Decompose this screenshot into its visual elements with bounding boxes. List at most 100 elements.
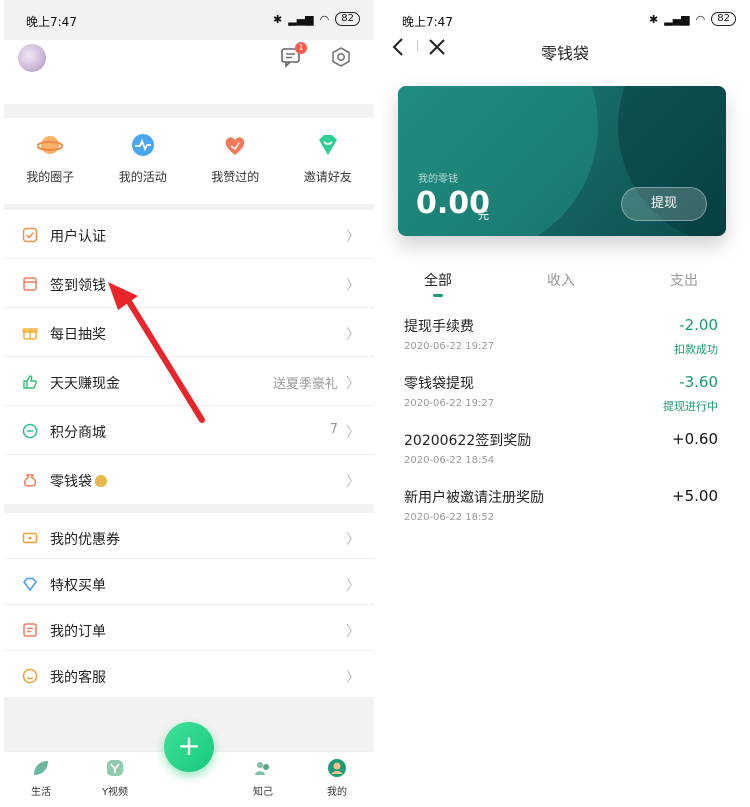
tab-confidant[interactable]: 知己 [226,752,300,807]
transaction-time: 2020-06-22 18:52 [404,512,495,523]
balance-card: 我的零钱 0.00 元 提现 [398,86,726,236]
planet-icon [37,136,64,154]
menu-customer-service[interactable]: 我的客服 〉 [4,651,374,697]
wallet-navbar: 零钱袋 [380,36,750,66]
status-time: 晚上7:47 [402,15,453,29]
wallet-screen: 晚上7:47 ✱ ▂▄▆ ◠ 82 零钱袋 我的零钱 0.00 元 提现 全部 … [380,0,750,807]
quick-my-circles[interactable]: 我的圈子 [4,118,97,204]
menu-label: 签到领钱 [50,278,106,294]
tab-life[interactable]: 生活 [4,752,78,807]
quick-label: 我赞过的 [211,170,260,184]
menu-value: 送夏季豪礼 [272,377,338,392]
transaction-title: 提现手续费 [404,319,474,335]
chevron-right-icon: 〉 [346,327,360,343]
status-bar: 晚上7:47 ✱ ▂▄▆ ◠ 82 [4,0,374,40]
signal-icon: ▂▄▆ [664,12,690,26]
tab-label: 生活 [31,787,51,798]
menu-label: 积分商城 [50,425,106,441]
heart-icon [225,137,245,155]
chevron-right-icon: 〉 [346,278,360,294]
status-icons: ✱ ▂▄▆ ◠ 82 [273,12,360,26]
wifi-icon: ◠ [319,12,330,26]
menu-label: 零钱袋 [50,471,107,491]
me-avatar-icon [328,759,346,777]
active-tab-indicator [433,294,443,297]
add-post-button[interactable]: + [164,722,214,772]
gem-icon [318,135,337,155]
smiley-icon [22,668,38,684]
menu-earn-cash[interactable]: 天天赚现金 送夏季豪礼 〉 [4,357,374,406]
tab-label: Y视频 [101,787,129,798]
balance-label: 我的零钱 [418,174,458,185]
tab-label: 知己 [253,787,273,798]
transaction-amount: +0.60 [672,430,718,448]
order-icon [23,623,37,637]
quick-invite-friends[interactable]: 邀请好友 [282,118,375,204]
quick-my-activities[interactable]: 我的活动 [97,118,190,204]
tab-all[interactable]: 全部 [424,270,452,290]
transaction-status: 提现进行中 [663,400,718,413]
chevron-right-icon: 〉 [346,229,360,245]
menu-points-mall[interactable]: 积分商城 7 〉 [4,406,374,455]
menu-daily-lottery[interactable]: 每日抽奖 〉 [4,308,374,357]
menu-wallet[interactable]: 零钱袋 〉 [4,455,374,504]
menu-label: 特权买单 [50,578,106,594]
transaction-time: 2020-06-22 18:54 [404,455,495,466]
balance-unit: 元 [478,209,489,222]
menu-group-secondary: 我的优惠券 〉 特权买单 〉 我的订单 〉 我的客服 〉 [4,513,374,697]
quick-actions: 我的圈子 我的活动 我赞过的 邀请好友 [4,118,374,204]
quick-liked[interactable]: 我赞过的 [189,118,282,204]
menu-label: 每日抽奖 [50,327,106,343]
avatar[interactable] [18,44,46,72]
tab-label: 我的 [327,787,347,798]
transaction-row[interactable]: 提现手续费 2020-06-22 19:27 -2.00 扣款成功 [380,308,750,365]
chevron-right-icon: 〉 [346,376,360,392]
menu-my-orders[interactable]: 我的订单 〉 [4,605,374,651]
menu-group-main: 用户认证 〉 签到领钱 〉 每日抽奖 〉 天天赚现金 送夏季豪礼 〉 积分商城 … [4,210,374,504]
chevron-right-icon: 〉 [346,670,360,686]
menu-label: 我的优惠券 [50,532,120,548]
transaction-row[interactable]: 20200622签到奖励 2020-06-22 18:54 +0.60 [380,422,750,479]
menu-label: 用户认证 [50,229,106,245]
tab-expense[interactable]: 支出 [670,270,698,290]
message-badge: 1 [295,42,307,54]
calendar-icon [23,277,37,291]
transaction-amount: -3.60 [679,373,718,391]
quick-label: 邀请好友 [303,170,352,184]
tab-y-video[interactable]: Y视频 [78,752,152,807]
menu-privilege-pay[interactable]: 特权买单 〉 [4,559,374,605]
page-title: 零钱袋 [540,44,589,63]
menu-label: 天天赚现金 [50,376,120,392]
wallet-label: 零钱袋 [50,474,92,490]
gift-icon [22,328,38,340]
transaction-title: 新用户被邀请注册奖励 [404,490,544,506]
transaction-title: 零钱袋提现 [404,376,474,392]
money-bag-icon [23,474,37,487]
wifi-icon: ◠ [695,12,706,26]
menu-user-verification[interactable]: 用户认证 〉 [4,210,374,259]
withdraw-button[interactable]: 提现 [621,187,707,221]
friends-icon [255,762,269,775]
quick-label: 我的圈子 [26,170,75,184]
coupon-icon [22,532,38,544]
status-icons: ✱ ▂▄▆ ◠ 82 [649,12,736,26]
transaction-time: 2020-06-22 19:27 [404,341,495,352]
chevron-right-icon: 〉 [346,532,360,548]
tab-income[interactable]: 收入 [547,270,575,290]
points-icon [22,423,38,439]
record-filter-tabs: 全部 收入 支出 [380,262,750,302]
points-count: 7 [329,422,338,437]
profile-screen: 晚上7:47 ✱ ▂▄▆ ◠ 82 1 我的圈子 我的活动 我赞过的 邀请好友 … [4,0,374,807]
chevron-right-icon: 〉 [346,474,360,490]
battery-icon: 82 [335,12,360,26]
transaction-time: 2020-06-22 19:27 [404,398,495,409]
menu-coupons[interactable]: 我的优惠券 〉 [4,513,374,559]
menu-checkin-money[interactable]: 签到领钱 〉 [4,259,374,308]
leaf-icon [34,761,48,775]
transaction-row[interactable]: 新用户被邀请注册奖励 2020-06-22 18:52 +5.00 [380,479,750,536]
transaction-row[interactable]: 零钱袋提现 2020-06-22 19:27 -3.60 提现进行中 [380,365,750,422]
bluetooth-icon: ✱ [273,12,283,26]
tab-me[interactable]: 我的 [300,752,374,807]
settings-icon[interactable] [330,46,352,68]
battery-icon: 82 [711,12,736,26]
